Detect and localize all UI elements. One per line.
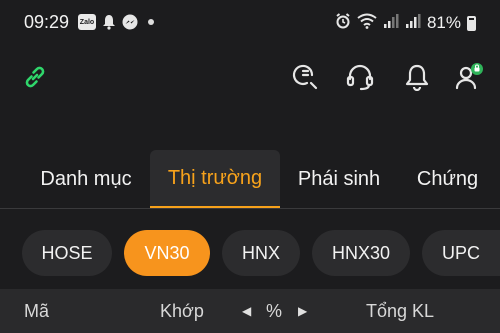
column-header-code[interactable]: Mã	[24, 289, 49, 333]
signal-icon-sim1	[383, 13, 399, 34]
notification-bell-icon[interactable]	[402, 62, 432, 92]
link-icon[interactable]	[20, 62, 50, 92]
status-indicators: 81%	[335, 12, 476, 34]
column-header-match[interactable]: Khớp	[160, 289, 204, 333]
messenger-icon	[122, 14, 138, 30]
wifi-icon	[357, 13, 377, 34]
next-column-arrow-icon[interactable]: ▶	[298, 289, 307, 333]
tab-chung[interactable]: Chứng	[405, 150, 490, 208]
battery-percent: 81%	[426, 13, 461, 32]
search-history-icon[interactable]	[290, 62, 320, 92]
more-notifications-dot	[148, 19, 154, 25]
exchange-chip-hnx30[interactable]: HNX30	[312, 230, 410, 276]
tab-phai-sinh[interactable]: Phái sinh	[284, 150, 394, 208]
column-header-percent[interactable]: %	[266, 289, 282, 333]
column-header-total-volume[interactable]: Tổng KL	[366, 289, 434, 333]
alarm-icon	[335, 12, 351, 34]
exchange-chip-upcom[interactable]: UPC	[422, 230, 500, 276]
exchange-chip-hose[interactable]: HOSE	[22, 230, 112, 276]
zalo-notification-icon: Zalo	[78, 14, 96, 30]
prev-column-arrow-icon[interactable]: ◀	[242, 289, 251, 333]
stock-table-header: Mã Khớp ◀ % ▶ Tổng KL	[0, 289, 500, 333]
exchange-chip-vn30[interactable]: VN30	[124, 230, 210, 276]
signal-icon-sim2	[405, 13, 421, 34]
battery-icon	[467, 15, 476, 31]
tab-thi-truong[interactable]: Thị trường	[150, 150, 280, 208]
status-time: 09:29	[24, 12, 70, 32]
tab-danh-muc[interactable]: Danh mục	[22, 150, 150, 208]
support-headset-icon[interactable]	[345, 62, 375, 92]
notification-icon	[101, 14, 117, 30]
main-tabs: Danh mục Thị trường Phái sinh Chứng	[0, 150, 500, 209]
account-icon[interactable]	[454, 62, 484, 92]
exchange-chip-hnx[interactable]: HNX	[222, 230, 300, 276]
status-bar: 09:29 Zalo 81%	[0, 0, 500, 46]
